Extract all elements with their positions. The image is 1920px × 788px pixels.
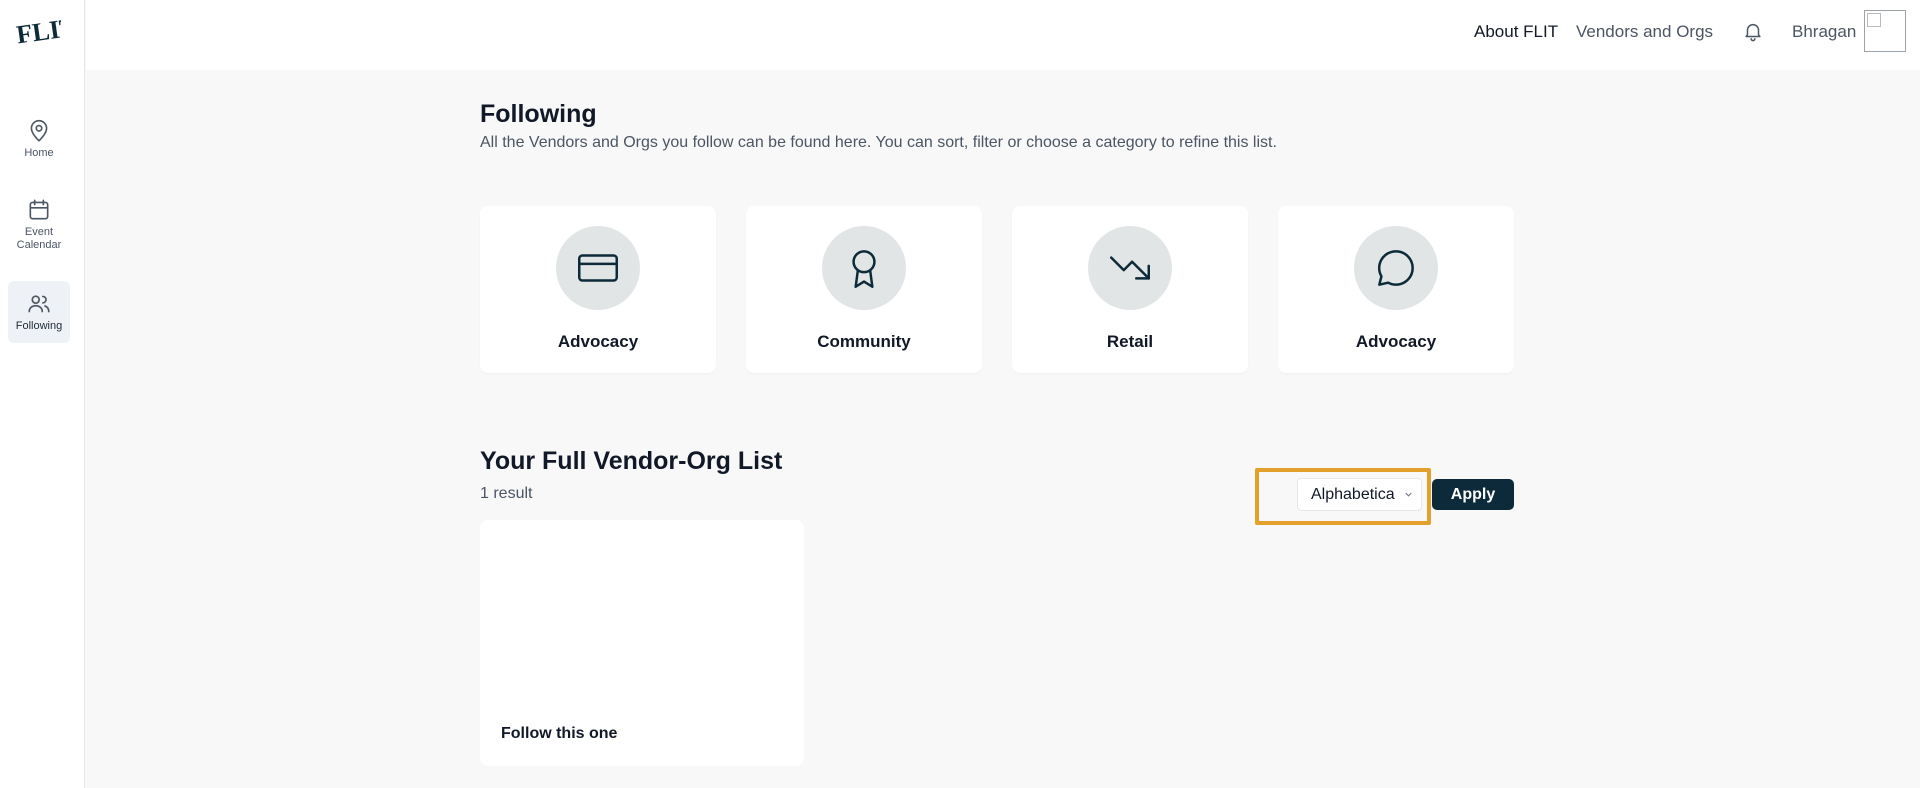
sidebar: FLIT Home Event Calendar Following <box>0 0 85 788</box>
category-card-advocacy[interactable]: Advocacy <box>480 206 716 373</box>
sidebar-item-following[interactable]: Following <box>8 281 70 343</box>
page-title: Following <box>480 100 597 128</box>
category-icon-circle <box>1088 226 1172 310</box>
avatar[interactable] <box>1864 10 1906 52</box>
user-name[interactable]: Bhragan <box>1792 22 1856 42</box>
sort-select[interactable]: Alphabetica <box>1297 478 1422 511</box>
credit-card-icon <box>578 254 618 282</box>
apply-button[interactable]: Apply <box>1432 479 1514 510</box>
trending-down-icon <box>1110 256 1150 280</box>
vendor-name: Follow this one <box>501 725 618 742</box>
sort-selected-value: Alphabetica <box>1311 486 1395 503</box>
category-card-advocacy-2[interactable]: Advocacy <box>1278 206 1514 373</box>
sidebar-item-event-calendar[interactable]: Event Calendar <box>8 197 70 259</box>
chevron-down-icon <box>1405 492 1412 497</box>
bell-icon[interactable] <box>1742 19 1764 43</box>
broken-image-icon <box>1867 13 1881 27</box>
category-label: Advocacy <box>1355 332 1437 351</box>
category-card-retail[interactable]: Retail <box>1012 206 1248 373</box>
category-icon-circle <box>822 226 906 310</box>
top-bar: About FLIT Vendors and Orgs Bhragan <box>86 0 1920 70</box>
category-label: Retail <box>1106 332 1154 351</box>
flit-logo[interactable]: FLIT <box>15 10 61 50</box>
category-icon-circle <box>1354 226 1438 310</box>
page-subtitle: All the Vendors and Orgs you follow can … <box>480 134 1277 151</box>
sidebar-item-home[interactable]: Home <box>8 118 70 168</box>
list-title: Your Full Vendor-Org List <box>480 447 783 475</box>
users-icon <box>28 295 50 313</box>
vendor-card[interactable]: Follow this one <box>480 520 804 766</box>
category-label: Advocacy <box>557 332 639 351</box>
sidebar-item-label: Home <box>24 147 54 159</box>
category-icon-circle <box>556 226 640 310</box>
award-ribbon-icon <box>852 250 876 288</box>
sidebar-item-label: Event Calendar <box>16 226 62 251</box>
nav-link-vendors-and-orgs[interactable]: Vendors and Orgs <box>1576 22 1713 42</box>
logo-text: FLIT <box>15 12 61 49</box>
map-pin-icon <box>30 119 48 142</box>
nav-link-about-flit[interactable]: About FLIT <box>1474 22 1558 42</box>
calendar-icon <box>29 199 49 220</box>
result-count: 1 result <box>480 485 533 502</box>
sidebar-item-label: Following <box>15 320 63 332</box>
category-label: Community <box>817 332 911 351</box>
category-card-community[interactable]: Community <box>746 206 982 373</box>
chat-bubble-icon <box>1377 250 1414 286</box>
